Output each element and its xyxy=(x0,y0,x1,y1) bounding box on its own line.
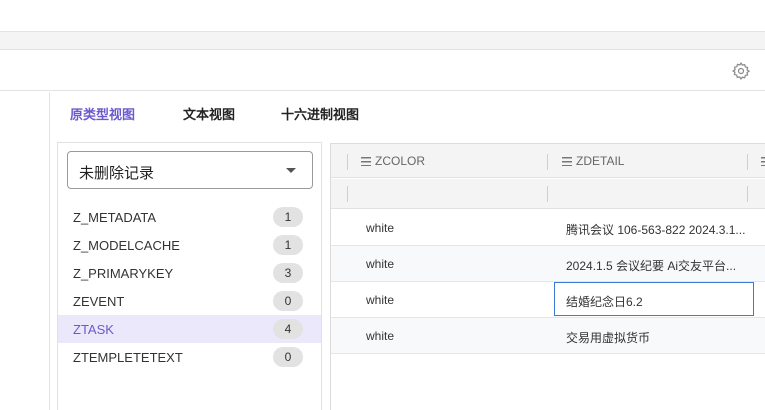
column-header-next[interactable] xyxy=(761,154,765,168)
caret-down-icon xyxy=(286,168,296,173)
toolbar xyxy=(0,51,765,91)
column-separator xyxy=(747,186,748,202)
column-separator xyxy=(347,186,348,202)
table-name: ZTASK xyxy=(73,322,114,337)
table-row[interactable]: white 2024.1.5 会议纪要 Ai交友平台... xyxy=(331,246,765,282)
list-icon xyxy=(361,157,371,166)
cell-zdetail[interactable]: 交易用虚拟货币 xyxy=(566,329,746,346)
gear-icon[interactable] xyxy=(731,61,751,81)
table-count-badge: 0 xyxy=(273,347,303,367)
table-item-z-modelcache[interactable]: Z_MODELCACHE 1 xyxy=(58,231,321,259)
tab-text-view[interactable]: 文本视图 xyxy=(183,104,235,123)
list-icon xyxy=(562,157,572,166)
table-item-z-metadata[interactable]: Z_METADATA 1 xyxy=(58,203,321,231)
list-icon xyxy=(761,157,765,166)
column-header-label: ZCOLOR xyxy=(375,154,426,168)
column-header-zdetail[interactable]: ZDETAIL xyxy=(562,154,624,168)
table-item-zevent[interactable]: ZEVENT 0 xyxy=(58,287,321,315)
left-pane xyxy=(0,92,50,410)
cell-zcolor[interactable]: white xyxy=(366,329,536,343)
table-name: ZEVENT xyxy=(73,294,125,309)
header-strip xyxy=(0,32,765,50)
tab-hex-view[interactable]: 十六进制视图 xyxy=(281,104,359,123)
cell-zdetail[interactable]: 腾讯会议 106-563-822 2024.3.1... xyxy=(566,221,746,238)
column-separator[interactable] xyxy=(747,154,748,170)
record-filter-select[interactable]: 未删除记录 xyxy=(67,151,313,189)
column-separator[interactable] xyxy=(547,154,548,170)
column-header-zcolor[interactable]: ZCOLOR xyxy=(361,154,425,168)
column-header-label: ZDETAIL xyxy=(576,154,625,168)
record-filter-value: 未删除记录 xyxy=(79,165,155,182)
table-item-ztask[interactable]: ZTASK 4 xyxy=(58,315,321,343)
table-row[interactable]: white 结婚纪念日6.2 xyxy=(331,282,765,318)
table-name: Z_MODELCACHE xyxy=(73,238,180,253)
tab-raw-type-view[interactable]: 原类型视图 xyxy=(70,104,135,123)
top-bar xyxy=(0,0,765,32)
table-count-badge: 4 xyxy=(273,319,303,339)
table-name: Z_PRIMARYKEY xyxy=(73,266,174,281)
column-filter-row xyxy=(331,179,765,209)
table-item-z-primarykey[interactable]: Z_PRIMARYKEY 3 xyxy=(58,259,321,287)
table-row[interactable]: white 交易用虚拟货币 xyxy=(331,318,765,354)
grid-header: ZCOLOR ZDETAIL xyxy=(331,144,765,178)
table-row[interactable]: white 腾讯会议 106-563-822 2024.3.1... xyxy=(331,210,765,246)
table-item-ztempletetext[interactable]: ZTEMPLETETEXT 0 xyxy=(58,343,321,371)
cell-zcolor[interactable]: white xyxy=(366,293,536,307)
table-count-badge: 1 xyxy=(273,235,303,255)
table-count-badge: 0 xyxy=(273,291,303,311)
table-name: Z_METADATA xyxy=(73,210,157,225)
table-count-badge: 1 xyxy=(273,207,303,227)
cell-zcolor[interactable]: white xyxy=(366,257,536,271)
data-grid: ZCOLOR ZDETAIL white 腾讯会议 106-563-822 20… xyxy=(330,143,765,410)
cell-zdetail[interactable]: 2024.1.5 会议纪要 Ai交友平台... xyxy=(566,257,746,274)
table-name: ZTEMPLETETEXT xyxy=(73,350,183,365)
table-count-badge: 3 xyxy=(273,263,303,283)
cell-zdetail-focused[interactable]: 结婚纪念日6.2 xyxy=(554,282,754,316)
cell-zcolor[interactable]: white xyxy=(366,221,536,235)
column-separator xyxy=(347,154,348,170)
table-list: Z_METADATA 1 Z_MODELCACHE 1 Z_PRIMARYKEY… xyxy=(58,203,321,371)
column-separator xyxy=(547,186,548,202)
table-list-panel: 未删除记录 Z_METADATA 1 Z_MODELCACHE 1 Z_PRIM… xyxy=(57,142,322,410)
